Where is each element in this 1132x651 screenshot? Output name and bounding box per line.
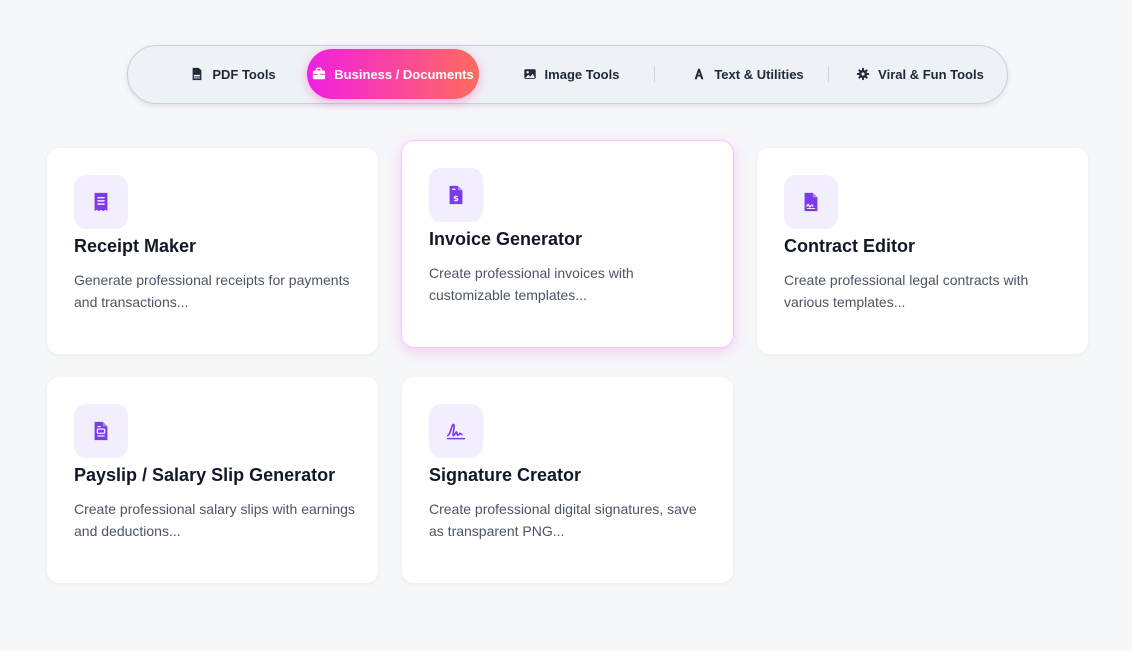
card-title: Invoice Generator xyxy=(429,229,583,249)
card-description: Create professional invoices with custom… xyxy=(429,265,634,303)
tab-label: Viral & Fun Tools xyxy=(878,66,984,82)
tab-label: Text & Utilities xyxy=(714,66,804,82)
tab-label: Image Tools xyxy=(544,66,620,82)
image-icon xyxy=(523,69,536,79)
card-title: Signature Creator xyxy=(429,465,582,485)
card-title: Receipt Maker xyxy=(74,236,197,256)
receipt-icon xyxy=(94,192,108,212)
tool-card-contract-editor[interactable]: Contract Editor Create professional lega… xyxy=(757,148,1088,354)
tab-pdf-tools[interactable]: PDF PDF Tools xyxy=(158,49,308,99)
tool-card-invoice-generator[interactable]: $ Invoice Generator Create professional … xyxy=(402,141,733,347)
tool-card-payslip-generator[interactable]: Payslip / Salary Slip Generator Create p… xyxy=(47,377,378,583)
card-icon-box xyxy=(784,175,838,229)
card-description: Create professional digital signatures, … xyxy=(429,501,697,539)
tab-divider xyxy=(654,66,655,82)
tab-label: Business / Documents xyxy=(334,66,474,82)
tab-label: PDF Tools xyxy=(212,66,276,82)
card-description: Create professional salary slips with ea… xyxy=(74,501,355,539)
invoice-dollar-icon: $ xyxy=(449,185,463,205)
svg-text:PDF: PDF xyxy=(195,75,202,79)
svg-text:$: $ xyxy=(453,193,459,203)
card-icon-box: $ xyxy=(429,168,483,222)
tab-text-utilities[interactable]: Text & Utilities xyxy=(673,49,823,99)
tab-image-tools[interactable]: Image Tools xyxy=(496,49,646,99)
category-tab-bar: PDF PDF Tools Business / Documents Image… xyxy=(127,45,1008,104)
card-description: Generate professional receipts for payme… xyxy=(74,272,350,310)
gear-icon xyxy=(857,67,870,81)
card-title: Contract Editor xyxy=(784,236,916,256)
tool-card-signature-creator[interactable]: Signature Creator Create professional di… xyxy=(402,377,733,583)
card-icon-box xyxy=(74,404,128,458)
tab-business-documents[interactable]: Business / Documents xyxy=(307,49,479,99)
card-description: Create professional legal contracts with… xyxy=(784,272,1029,310)
briefcase-icon xyxy=(313,67,326,80)
payslip-icon xyxy=(94,421,108,441)
tool-card-receipt-maker[interactable]: Receipt Maker Generate professional rece… xyxy=(47,148,378,354)
pdf-file-icon: PDF xyxy=(192,67,202,81)
card-icon-box xyxy=(74,175,128,229)
card-icon-box xyxy=(429,404,483,458)
signature-icon xyxy=(446,423,466,440)
contract-signature-icon xyxy=(804,192,818,212)
text-font-icon xyxy=(694,68,704,80)
card-title: Payslip / Salary Slip Generator xyxy=(74,465,336,485)
tab-viral-fun-tools[interactable]: Viral & Fun Tools xyxy=(840,49,1000,99)
tab-divider xyxy=(828,66,829,82)
